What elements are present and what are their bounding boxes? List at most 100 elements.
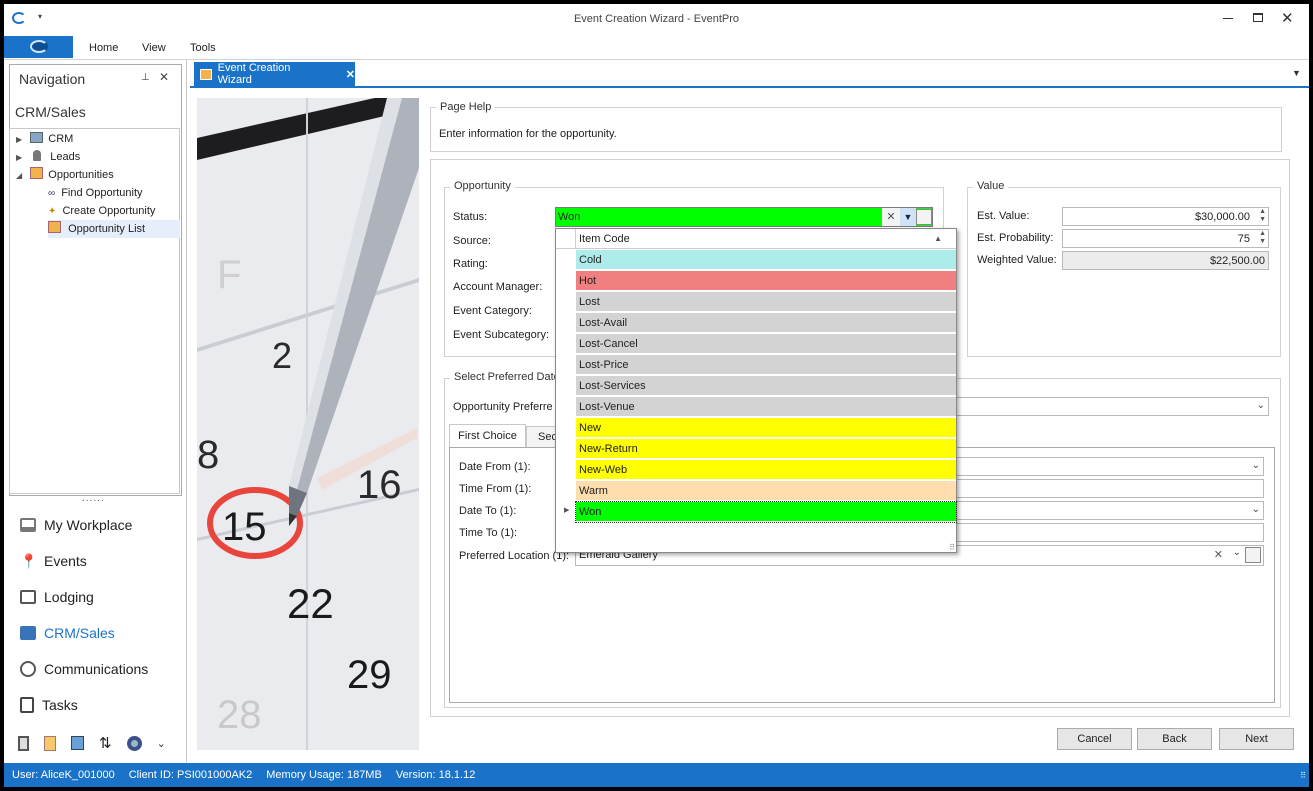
est-probability-spin-icon[interactable]: ▲ ▼ bbox=[1259, 230, 1266, 246]
workplace-icon bbox=[20, 518, 36, 532]
nav-events[interactable]: 📍 Events bbox=[20, 549, 87, 573]
location-lookup-grid-icon[interactable] bbox=[1245, 547, 1261, 563]
status-option[interactable]: Hot bbox=[576, 271, 956, 291]
opportunity-preferred-arrow-icon[interactable]: ⌄ bbox=[1257, 400, 1265, 411]
date-from-arrow-icon[interactable]: ⌄ bbox=[1252, 460, 1260, 471]
navigation-splitter[interactable]: ...... bbox=[82, 493, 105, 504]
svg-text:F: F bbox=[217, 253, 241, 297]
document-tab-event-creation-wizard[interactable]: Event Creation Wizard ✕ bbox=[194, 62, 355, 86]
column-header-label: Item Code bbox=[579, 233, 630, 245]
minimize-icon[interactable] bbox=[1223, 18, 1233, 19]
item-code-column-header[interactable]: Item Code ▲ bbox=[576, 229, 956, 249]
target-icon[interactable] bbox=[126, 735, 142, 751]
est-probability-input[interactable]: 75 ▲ ▼ bbox=[1062, 229, 1269, 248]
documents-icon[interactable] bbox=[71, 736, 84, 750]
tab-first-choice[interactable]: First Choice bbox=[449, 424, 526, 448]
tree-item-label: Opportunity List bbox=[68, 223, 146, 235]
est-value-label: Est. Value: bbox=[977, 210, 1030, 222]
ribbon-tab-home[interactable]: Home bbox=[89, 42, 118, 54]
more-chevron-icon[interactable]: ⌄ bbox=[157, 737, 166, 750]
expand-arrow-icon[interactable]: ▶ bbox=[16, 135, 22, 144]
status-option[interactable]: Lost-Services bbox=[576, 376, 956, 396]
sync-arrows-icon[interactable]: ⇅ bbox=[99, 734, 112, 752]
expand-arrow-icon[interactable]: ▶ bbox=[16, 153, 22, 162]
status-option[interactable]: Lost-Price bbox=[576, 355, 956, 375]
nav-communications[interactable]: Communications bbox=[20, 657, 148, 681]
maximize-icon[interactable] bbox=[1253, 13, 1263, 22]
opportunity-preferred-label: Opportunity Preferre bbox=[453, 401, 553, 413]
file-menu-button[interactable] bbox=[4, 36, 73, 58]
notes-icon[interactable] bbox=[44, 735, 56, 751]
status-memory: Memory Usage: 187MB bbox=[266, 769, 382, 781]
status-lookup-grid-icon[interactable] bbox=[916, 209, 932, 225]
navigation-section-title: CRM/Sales bbox=[15, 104, 86, 120]
folder-icon bbox=[30, 167, 44, 179]
nav-my-workplace[interactable]: My Workplace bbox=[20, 513, 132, 537]
collapse-arrow-icon[interactable]: ◢ bbox=[16, 171, 22, 180]
clear-location-icon[interactable]: ✕ bbox=[1214, 548, 1223, 561]
status-dropdown-list[interactable]: Item Code ▲ Cold Hot Lost Lost-Avail Lost-Ca… bbox=[555, 228, 957, 553]
resize-grip-icon[interactable]: ⠿ bbox=[949, 543, 955, 552]
date-to-arrow-icon[interactable]: ⌄ bbox=[1252, 504, 1260, 515]
opportunity-group-title: Opportunity bbox=[450, 180, 515, 192]
status-option[interactable]: New bbox=[576, 418, 956, 438]
weighted-value-field: $22,500.00 bbox=[1062, 251, 1269, 270]
time-from-label: Time From (1): bbox=[459, 483, 532, 495]
wizard-tab-icon bbox=[200, 68, 212, 80]
resize-grip-icon[interactable]: ⠿ bbox=[1300, 771, 1306, 780]
location-dropdown-arrow-icon[interactable]: ⌄ bbox=[1233, 547, 1241, 558]
status-option[interactable]: Warm bbox=[576, 481, 956, 501]
date-to-label: Date To (1): bbox=[459, 505, 517, 517]
status-option[interactable]: New-Return bbox=[576, 439, 956, 459]
nav-crm-sales[interactable]: CRM/Sales bbox=[20, 621, 115, 645]
clear-status-icon[interactable]: ✕ bbox=[882, 208, 900, 226]
est-value-input[interactable]: $30,000.00 ▲ ▼ bbox=[1062, 207, 1269, 226]
weighted-value-label: Weighted Value: bbox=[977, 254, 1057, 266]
wizard-calendar-image: F 2 8 16 15 22 29 28 bbox=[197, 98, 419, 750]
status-option-label: Lost-Avail bbox=[579, 317, 628, 329]
status-option[interactable]: New-Web bbox=[576, 460, 956, 480]
status-option[interactable]: Lost-Venue bbox=[576, 397, 956, 417]
status-combo[interactable]: Won ✕ ▼ bbox=[555, 207, 933, 227]
cancel-button[interactable]: Cancel bbox=[1057, 728, 1132, 750]
close-tab-icon[interactable]: ✕ bbox=[346, 68, 355, 81]
page-help-title: Page Help bbox=[436, 101, 496, 113]
nav-lodging[interactable]: Lodging bbox=[20, 585, 94, 609]
status-client-id: Client ID: PSI001000AK2 bbox=[128, 769, 253, 781]
tab-list-dropdown-icon[interactable]: ▼ bbox=[1292, 68, 1301, 78]
window-title: Event Creation Wizard - EventPro bbox=[573, 13, 740, 25]
est-value-text: $30,000.00 bbox=[1194, 211, 1250, 223]
next-button[interactable]: Next bbox=[1219, 728, 1294, 750]
tree-item-find-opportunity[interactable]: ∞ Find Opportunity bbox=[48, 184, 178, 202]
tree-item-create-opportunity[interactable]: ✦ Create Opportunity bbox=[48, 202, 178, 220]
pin-icon[interactable]: ⊥ bbox=[141, 72, 150, 83]
status-option[interactable]: Lost-Cancel bbox=[576, 334, 956, 354]
calculator-icon[interactable] bbox=[18, 735, 29, 751]
ribbon-tab-tools[interactable]: Tools bbox=[190, 42, 216, 54]
crm-icon bbox=[30, 132, 44, 143]
tree-item-crm[interactable]: ▶ CRM bbox=[16, 130, 176, 148]
status-option[interactable]: Cold bbox=[576, 250, 956, 270]
ribbon-tab-view[interactable]: View bbox=[142, 42, 166, 54]
status-option-label: Lost-Price bbox=[579, 359, 629, 371]
status-option[interactable]: Lost-Avail bbox=[576, 313, 956, 333]
close-navigation-icon[interactable]: ✕ bbox=[159, 70, 169, 84]
calendar-pen-illustration: F 2 8 16 15 22 29 28 bbox=[197, 98, 419, 750]
status-dropdown-arrow-icon[interactable]: ▼ bbox=[900, 208, 916, 226]
tree-item-opportunity-list[interactable]: Opportunity List bbox=[48, 220, 180, 238]
tree-item-leads[interactable]: ▶ Leads bbox=[16, 148, 176, 166]
bed-icon bbox=[20, 590, 36, 604]
nav-tasks[interactable]: Tasks bbox=[20, 693, 78, 717]
navigation-title: Navigation bbox=[19, 71, 86, 87]
close-window-icon[interactable]: ✕ bbox=[1281, 9, 1294, 27]
status-option-label: New-Return bbox=[579, 443, 638, 455]
row-pointer-icon: ▶ bbox=[564, 507, 570, 514]
nav-button-label: My Workplace bbox=[44, 517, 133, 533]
status-option[interactable]: Lost bbox=[576, 292, 956, 312]
status-option[interactable]: Won bbox=[575, 501, 957, 523]
back-button[interactable]: Back bbox=[1137, 728, 1212, 750]
tree-item-opportunities[interactable]: ◢ Opportunities bbox=[16, 166, 176, 184]
binoculars-icon: ∞ bbox=[48, 188, 56, 199]
est-value-spin-icon[interactable]: ▲ ▼ bbox=[1259, 208, 1266, 224]
est-probability-text: 75 bbox=[1237, 233, 1250, 245]
